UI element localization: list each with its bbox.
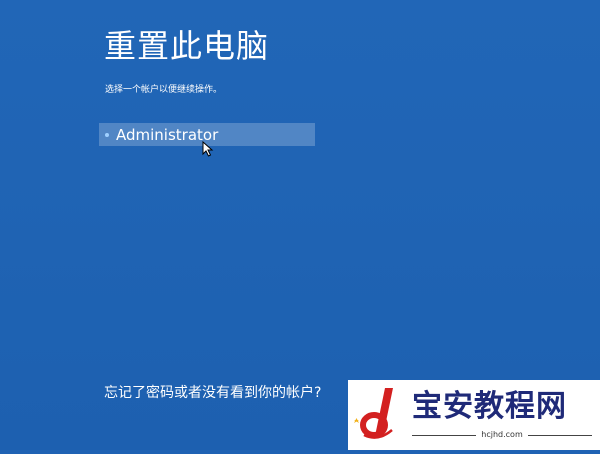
- forgot-password-link[interactable]: 忘记了密码或者没有看到你的帐户?: [104, 383, 321, 403]
- site-logo-icon: [348, 380, 406, 450]
- divider-right: [527, 434, 592, 436]
- watermark-domain: hcjhd.com: [481, 430, 523, 439]
- page-title: 重置此电脑: [104, 27, 270, 65]
- reset-pc-screen: 重置此电脑 选择一个帐户以便继续操作。 Administrator 忘记了密码或…: [0, 0, 600, 450]
- bullet-dot-icon: [105, 132, 109, 137]
- watermark-text-block: 宝安教程网 hcjhd.com: [406, 380, 600, 450]
- page-subtitle: 选择一个帐户以便继续操作。: [105, 85, 223, 95]
- mouse-pointer-icon: [202, 141, 214, 157]
- watermark-title: 宝安教程网: [412, 389, 567, 424]
- divider-left: [412, 434, 477, 436]
- site-watermark: 宝安教程网 hcjhd.com: [348, 380, 600, 450]
- watermark-domain-row: hcjhd.com: [412, 430, 592, 440]
